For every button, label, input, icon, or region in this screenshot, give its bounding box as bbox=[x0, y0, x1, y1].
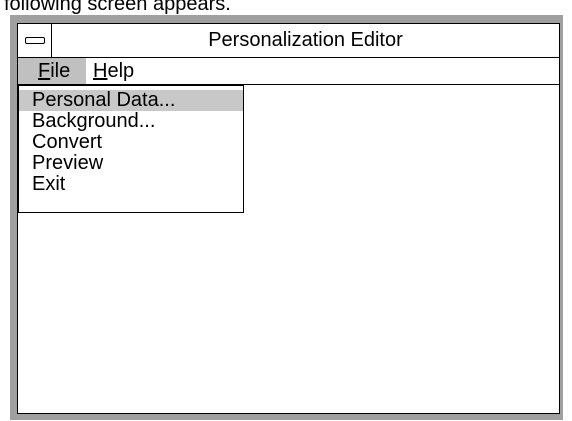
document-caption-text: following screen appears. bbox=[4, 0, 231, 15]
menu-help-mnemonic: H bbox=[93, 60, 108, 82]
file-menu-item-preview[interactable]: Preview bbox=[19, 153, 243, 174]
window-title: Personalization Editor bbox=[208, 29, 403, 51]
menu-help[interactable]: Help bbox=[87, 58, 140, 84]
system-menu-icon bbox=[24, 37, 45, 44]
application-window: Personalization Editor File Help Persona… bbox=[10, 15, 563, 420]
file-menu-list: Personal Data... Background... Convert Prev… bbox=[19, 90, 243, 195]
window-client-frame: Personalization Editor File Help Persona… bbox=[17, 23, 560, 414]
file-menu-item-background[interactable]: Background... bbox=[19, 111, 243, 132]
file-dropdown-menu: Personal Data... Background... Convert Prev… bbox=[18, 85, 244, 213]
title-bar[interactable]: Personalization Editor bbox=[18, 24, 559, 58]
menu-file[interactable]: File bbox=[18, 58, 86, 84]
menu-bar: File Help bbox=[18, 58, 559, 85]
file-menu-item-personal-data[interactable]: Personal Data... bbox=[19, 90, 243, 111]
file-menu-item-convert[interactable]: Convert bbox=[19, 132, 243, 153]
system-menu-button[interactable] bbox=[18, 24, 52, 57]
menu-file-label-rest: ile bbox=[50, 60, 71, 82]
menu-file-mnemonic: F bbox=[38, 60, 51, 82]
file-menu-item-exit[interactable]: Exit bbox=[19, 174, 243, 195]
menu-help-label-rest: elp bbox=[107, 60, 135, 82]
